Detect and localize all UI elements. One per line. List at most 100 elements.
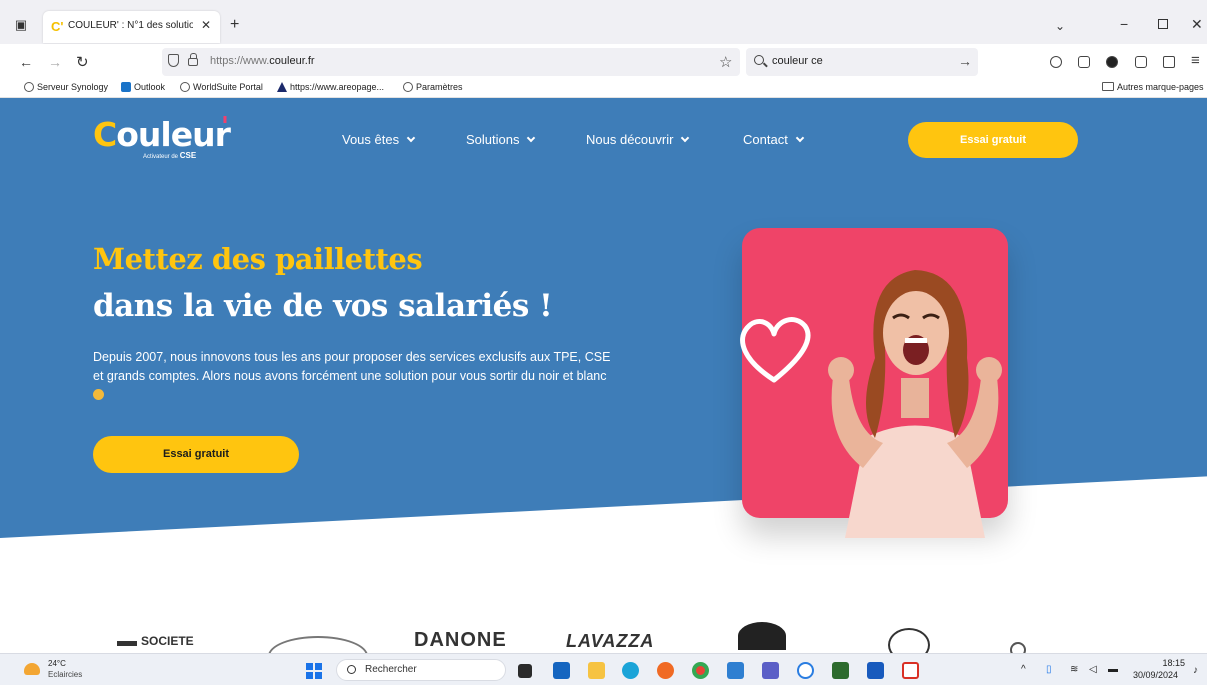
- menu-contact[interactable]: Contact: [743, 132, 805, 147]
- client-logo: LAVAZZA: [566, 631, 655, 651]
- search-go-arrow-icon[interactable]: →: [958, 53, 972, 69]
- bookmark-star-icon[interactable]: ☆: [719, 53, 732, 71]
- chevron-down-icon: [795, 133, 805, 143]
- url-text[interactable]: https://www.couleur.fr: [210, 55, 315, 67]
- globe-icon: [180, 82, 190, 92]
- couleur-favicon-icon: C': [51, 19, 64, 34]
- free-trial-header-button[interactable]: Essai gratuit: [908, 122, 1078, 158]
- taskbar-clock-date[interactable]: 30/09/2024: [1133, 670, 1178, 680]
- sync-app-icon[interactable]: [797, 662, 814, 679]
- tab-close-icon[interactable]: ✕: [201, 18, 211, 32]
- shield-icon[interactable]: [168, 54, 179, 67]
- client-logo-circle: [1010, 642, 1026, 653]
- weather-description[interactable]: Eclaircies: [48, 670, 82, 679]
- wifi-icon[interactable]: ≋: [1070, 664, 1078, 675]
- menu-vous-etes[interactable]: Vous êtes: [342, 132, 416, 147]
- search-icon: [754, 55, 764, 65]
- hero-description: Depuis 2007, nous innovons tous les ans …: [93, 348, 613, 405]
- firefox-icon[interactable]: [657, 662, 674, 679]
- screen: ▣ C' COULEUR' : N°1 des solutions C ✕ + …: [0, 0, 1207, 685]
- weather-temperature[interactable]: 24°C: [48, 659, 66, 668]
- client-logo-globe: [888, 628, 930, 653]
- client-logo: SOCIETE: [141, 634, 194, 648]
- client-logo-oval: [268, 636, 368, 653]
- search-icon: [347, 665, 356, 674]
- extensions-puzzle-icon[interactable]: [1163, 56, 1175, 68]
- w-app-icon[interactable]: [832, 662, 849, 679]
- new-tab-icon[interactable]: +: [230, 16, 239, 34]
- browser-tab-bar: ▣ C' COULEUR' : N°1 des solutions C ✕ + …: [0, 0, 1207, 44]
- edge-browser-icon[interactable]: [622, 662, 639, 679]
- volume-icon[interactable]: ◁: [1089, 664, 1097, 675]
- client-logos-strip: SOCIETE DANONE LAVAZZA: [0, 622, 1207, 653]
- reload-icon[interactable]: ↻: [76, 53, 89, 71]
- file-explorer-icon[interactable]: [588, 662, 605, 679]
- calculator-app-icon[interactable]: [727, 662, 744, 679]
- notification-bell-icon[interactable]: ♪: [1193, 665, 1198, 676]
- couleur-logo[interactable]: Couleur ': [93, 112, 231, 155]
- taskbar-search-box[interactable]: Rechercher: [336, 659, 506, 681]
- extension-circle-icon[interactable]: [1106, 56, 1118, 68]
- close-window-icon[interactable]: ✕: [1191, 16, 1203, 33]
- website-viewport: Couleur ' Activateur de CSE Vous êtes Sol…: [0, 98, 1207, 653]
- battery-icon[interactable]: ▬: [1108, 664, 1118, 675]
- smiley-icon: [93, 389, 104, 400]
- browser-nav-bar: ← → ↻ https://www.couleur.fr ☆ couleur c…: [0, 44, 1207, 80]
- bookmark-item[interactable]: WorldSuite Portal: [180, 82, 263, 92]
- menu-solutions[interactable]: Solutions: [466, 132, 536, 147]
- taskbar-search-placeholder: Rechercher: [365, 664, 417, 675]
- bookmark-item[interactable]: Serveur Synology: [24, 82, 108, 92]
- other-bookmarks[interactable]: Autres marque-pages: [1102, 82, 1204, 92]
- client-logo: DANONE: [414, 629, 507, 651]
- chevron-down-icon: [681, 133, 690, 143]
- restore-icon[interactable]: [1158, 19, 1168, 29]
- chevron-down-icon[interactable]: ⌄: [1055, 19, 1065, 33]
- logo-tagline: Activateur de CSE: [143, 151, 197, 160]
- search-input[interactable]: couleur ce: [772, 55, 823, 67]
- outlook-icon: [121, 82, 131, 92]
- extension-shield-icon[interactable]: [1135, 56, 1147, 68]
- bookmark-item[interactable]: Paramètres: [403, 82, 463, 92]
- chevron-down-icon: [527, 133, 536, 143]
- forward-arrow-icon[interactable]: →: [48, 54, 62, 70]
- browser-tab-active[interactable]: C' COULEUR' : N°1 des solutions C ✕: [43, 11, 220, 43]
- pocket-icon[interactable]: [1050, 56, 1062, 68]
- client-logo-helmet: [738, 622, 786, 650]
- lock-icon[interactable]: [188, 53, 198, 66]
- tray-chevron-up-icon[interactable]: ^: [1021, 664, 1026, 675]
- minimize-icon[interactable]: −: [1120, 16, 1128, 32]
- chrome-icon[interactable]: [692, 662, 709, 679]
- outlook-app-icon[interactable]: [553, 662, 570, 679]
- bookmark-item[interactable]: https://www.areopage...: [277, 82, 384, 92]
- chevron-down-icon: [406, 133, 416, 143]
- windows-taskbar: 24°C Eclaircies Rechercher ^ ▯ ≋ ◁ ▬ 18:…: [0, 653, 1207, 685]
- menu-nous-decouvrir[interactable]: Nous découvrir: [586, 132, 690, 147]
- hero-headline-line-1: Mettez des paillettes: [93, 242, 423, 276]
- task-view-icon[interactable]: [518, 664, 532, 678]
- taskbar-clock-time[interactable]: 18:15: [1158, 658, 1185, 668]
- hero-woman-photo: [828, 270, 1002, 538]
- folder-icon: [1102, 82, 1114, 91]
- hamburger-menu-icon[interactable]: ≡: [1191, 52, 1200, 69]
- globe-icon: [403, 82, 413, 92]
- tab-title: COULEUR' : N°1 des solutions C: [68, 20, 193, 31]
- hero-headline-line-2: dans la vie de vos salariés !: [93, 288, 553, 324]
- sidebar-icon[interactable]: [1078, 56, 1090, 68]
- areopage-icon: [277, 82, 287, 92]
- globe-icon: [24, 82, 34, 92]
- back-arrow-icon[interactable]: ←: [19, 54, 33, 70]
- heart-icon: [740, 317, 811, 383]
- windows-start-icon[interactable]: [306, 663, 322, 679]
- search-bar[interactable]: couleur ce →: [746, 48, 978, 76]
- word-icon[interactable]: [867, 662, 884, 679]
- pdf-reader-icon[interactable]: [902, 662, 919, 679]
- bookmark-item[interactable]: Outlook: [121, 82, 165, 92]
- teams-icon[interactable]: [762, 662, 779, 679]
- free-trial-hero-button[interactable]: Essai gratuit: [93, 436, 299, 473]
- address-bar[interactable]: https://www.couleur.fr ☆: [162, 48, 740, 76]
- bookmarks-bar: Serveur Synology Outlook WorldSuite Port…: [0, 80, 1207, 98]
- weather-sun-cloud-icon[interactable]: [24, 663, 40, 675]
- societe-logo-bar: [117, 641, 137, 646]
- tray-app-icon[interactable]: ▯: [1046, 664, 1052, 675]
- tab-overview-icon[interactable]: ▣: [13, 18, 29, 32]
